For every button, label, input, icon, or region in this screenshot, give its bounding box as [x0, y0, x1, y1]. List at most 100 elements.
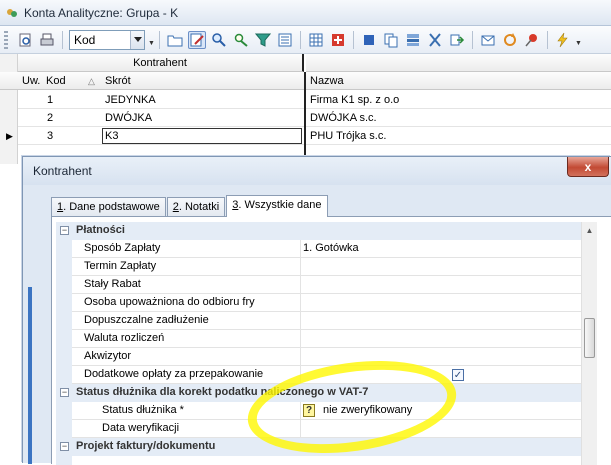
toolbar-overflow-icon[interactable]: ▼ — [575, 40, 582, 47]
cell-kod: 2 — [47, 112, 54, 124]
selection-strip — [28, 287, 32, 464]
property-row[interactable]: Status dłużnika * ? nie zweryfikowany — [56, 402, 581, 420]
property-name: Osoba upoważniona do odbioru fry — [84, 296, 255, 308]
property-row[interactable]: Data weryfikacji — [56, 420, 581, 438]
tab-notatki[interactable]: 2. Notatki — [166, 197, 226, 217]
scrollbar-thumb[interactable] — [584, 318, 595, 358]
toolbar-separator — [352, 30, 354, 49]
property-name: Data weryfikacji — [102, 422, 180, 434]
cell-skrot: DWÓJKA — [105, 112, 153, 124]
kontrahent-dialog: Kontrahent x 1. Dane podstawowe 2. Notat… — [22, 156, 611, 465]
edit-icon[interactable] — [187, 30, 206, 49]
filter-icon[interactable] — [254, 31, 272, 49]
group-icon[interactable] — [404, 31, 422, 49]
window-title: Konta Analityczne: Grupa - K — [24, 5, 179, 20]
category-status-dluznika[interactable]: − Status dłużnika dla korekt podatku nal… — [56, 384, 581, 402]
property-name: Stały Rabat — [84, 278, 141, 290]
property-name: Waluta rozliczeń — [84, 332, 165, 344]
toolbar-overflow-icon[interactable]: ▼ — [148, 40, 155, 47]
tab-wszystkie-dane[interactable]: 3. Wszystkie dane — [226, 195, 328, 217]
toolbar-separator — [158, 30, 160, 49]
cell-skrot-editor[interactable] — [102, 128, 302, 144]
grid-icon[interactable] — [307, 31, 325, 49]
square-blue-icon[interactable] — [360, 31, 378, 49]
property-row[interactable]: Dopuszczalne zadłużenie — [56, 312, 581, 330]
find-icon[interactable] — [210, 31, 228, 49]
cell-kod: 1 — [47, 94, 54, 106]
current-row-arrow-icon: ▶ — [6, 131, 13, 141]
property-row[interactable]: Akwizytor — [56, 348, 581, 366]
folder-icon[interactable] — [166, 31, 184, 49]
property-name: Dopuszczalne zadłużenie — [84, 314, 209, 326]
property-name: Termin Zapłaty — [84, 260, 157, 272]
main-titlebar: Konta Analityczne: Grupa - K — [0, 0, 611, 26]
column-header-uw[interactable]: Uw. — [22, 75, 40, 87]
property-row[interactable]: Dodatkowe opłaty za przepakowanie ✓ — [56, 366, 581, 384]
close-button[interactable]: x — [567, 157, 609, 177]
category-title: Status dłużnika dla korekt podatku nalic… — [76, 386, 369, 398]
category-title: Projekt faktury/dokumentu — [76, 440, 216, 452]
add-red-icon[interactable] — [329, 31, 347, 49]
tab-dane-podstawowe[interactable]: 1. Dane podstawowe — [51, 197, 166, 217]
category-projekt[interactable]: − Projekt faktury/dokumentu — [56, 438, 581, 456]
checkbox-przepakowanie[interactable]: ✓ — [452, 369, 464, 381]
form-icon[interactable] — [276, 31, 294, 49]
question-icon: ? — [303, 404, 315, 417]
cell-skrot: K3 — [105, 130, 119, 142]
column-header-skrot[interactable]: Skrót — [105, 75, 131, 87]
row-divider — [18, 144, 611, 145]
cell-nazwa: Firma K1 sp. z o.o — [310, 94, 400, 106]
category-title: Płatności — [76, 224, 125, 236]
column-header-kod[interactable]: Kod — [46, 75, 66, 87]
refresh-icon[interactable] — [501, 31, 519, 49]
collapse-icon[interactable]: − — [60, 388, 69, 397]
property-grid-scrollbar[interactable]: ▲ — [581, 222, 597, 465]
cell-skrot: JEDYNKA — [105, 94, 156, 106]
close-icon: x — [584, 159, 592, 174]
property-value[interactable]: nie zweryfikowany — [323, 404, 412, 416]
copy-icon[interactable] — [382, 31, 400, 49]
property-row[interactable]: Osoba upoważniona do odbioru fry — [56, 294, 581, 312]
print-icon[interactable] — [38, 31, 56, 49]
sort-triangle-icon: △ — [88, 76, 95, 86]
column-group-header: Kontrahent — [18, 54, 304, 72]
cell-kod: 3 — [47, 130, 54, 142]
cell-nazwa: DWÓJKA s.c. — [310, 112, 377, 124]
export-icon[interactable] — [448, 31, 466, 49]
toolbar-separator — [546, 30, 548, 49]
dialog-titlebar: Kontrahent — [23, 157, 611, 185]
property-row[interactable]: Waluta rozliczeń — [56, 330, 581, 348]
property-name: Dodatkowe opłaty za przepakowanie — [84, 368, 264, 380]
collapse-icon[interactable]: − — [60, 442, 69, 451]
property-row[interactable]: Termin Zapłaty — [56, 258, 581, 276]
main-toolbar: Kod ▼ ▼ — [0, 26, 611, 54]
frozen-column-divider[interactable] — [304, 72, 306, 164]
cell-nazwa: PHU Trójka s.c. — [310, 130, 387, 142]
column-header-nazwa[interactable]: Nazwa — [310, 75, 344, 87]
collapse-icon[interactable]: − — [60, 226, 69, 235]
mail-icon[interactable] — [479, 31, 497, 49]
preview-icon[interactable] — [16, 31, 34, 49]
chevron-down-icon[interactable] — [130, 30, 144, 49]
property-value[interactable]: 1. Gotówka — [303, 242, 359, 254]
find-next-icon[interactable] — [232, 31, 250, 49]
lightning-icon[interactable] — [554, 31, 572, 49]
app-icon — [7, 8, 17, 17]
sort-combo-value: Kod — [74, 32, 96, 47]
toolbar-separator — [471, 30, 473, 49]
toolbar-grip[interactable] — [4, 30, 8, 49]
property-row[interactable]: Sposób Zapłaty 1. Gotówka — [56, 240, 581, 258]
toolbar-separator — [62, 30, 63, 49]
category-platnosci[interactable]: − Płatności — [56, 222, 581, 240]
property-name: Sposób Zapłaty — [84, 242, 161, 254]
dialog-tabs: 1. Dane podstawowe 2. Notatki 3. Wszystk… — [51, 195, 329, 217]
sort-combo[interactable]: Kod — [69, 29, 145, 50]
pin-icon[interactable] — [523, 31, 541, 49]
column-group-header-empty — [306, 54, 611, 72]
property-grid: − Płatności Sposób Zapłaty 1. Gotówka Te… — [56, 222, 609, 465]
contractors-grid[interactable]: Kontrahent Uw. Kod △ Skrót Nazwa 1 JEDYN… — [0, 54, 611, 164]
scroll-up-icon[interactable]: ▲ — [582, 222, 597, 238]
cut-icon[interactable] — [426, 31, 444, 49]
property-row[interactable]: Stały Rabat — [56, 276, 581, 294]
toolbar-separator — [299, 30, 301, 49]
